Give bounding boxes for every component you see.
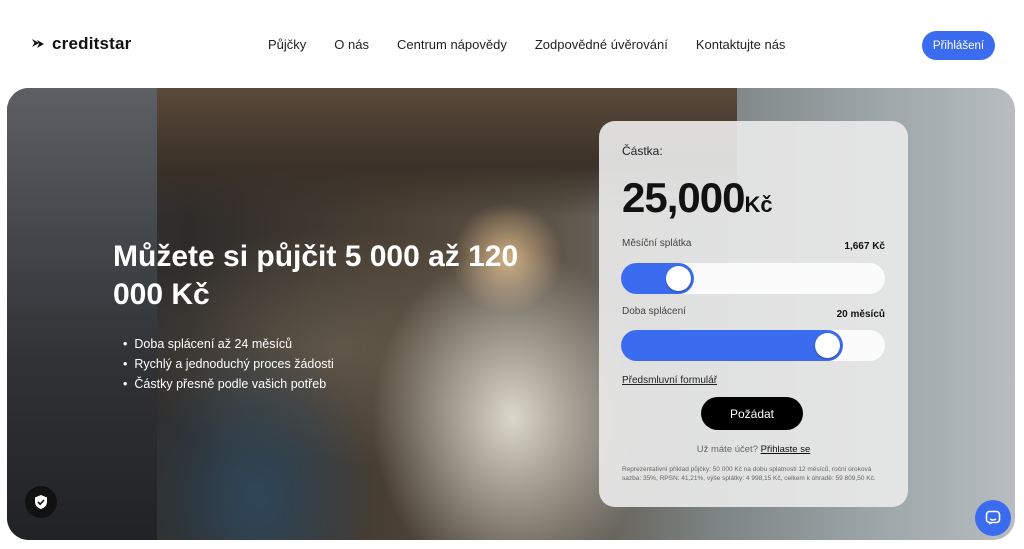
hero-bullet: Částky přesně podle vašich potřeb [123,374,334,394]
hero-title: Můžete si půjčit 5 000 až 120 000 Kč [113,240,519,311]
nav-item-contact[interactable]: Kontaktujte nás [696,37,786,52]
nav-item-help-center[interactable]: Centrum nápovědy [397,37,507,52]
shield-check-icon [35,495,47,509]
signin-link[interactable]: Přihlaste se [761,444,811,455]
hero-background-door [7,88,157,540]
monthly-payment-slider[interactable] [621,263,885,294]
hero-bullet: Rychlý a jednoduchý proces žádosti [123,354,333,374]
top-bar: creditstar Půjčky O nás Centrum nápovědy… [0,0,1024,88]
chat-icon [985,510,1001,525]
amount-label: Částka: [622,144,663,158]
term-slider-fill [621,330,844,361]
hero-bullet-list: Doba splácení až 24 měsíců Rychlý a jedn… [123,334,334,394]
security-badge[interactable] [25,486,57,518]
nav-item-o-nas[interactable]: O nás [334,37,369,52]
representative-example: Reprezentativní příklad půjčky: 50 000 K… [622,466,876,482]
amount-value: 25,000 [622,174,745,221]
brand-name: creditstar [52,34,132,53]
logo[interactable]: creditstar [30,34,131,54]
account-text: Už máte účet? [696,444,758,455]
term-label: Doba splácení [622,306,686,317]
creditstar-logo-icon [32,39,44,48]
login-button[interactable]: Přihlášení [922,31,995,60]
chat-button[interactable] [975,500,1011,536]
main-nav: Půjčky O nás Centrum nápovědy Zodpovědné… [268,37,785,52]
nav-item-responsible-lending[interactable]: Zodpovědné úvěrování [535,37,668,52]
amount-display: 25,000Kč [622,174,773,222]
amount-currency: Kč [744,192,773,217]
loan-calculator: Částka: 25,000Kč Měsíční splátka 1,667 K… [599,121,908,507]
monthly-payment-slider-handle[interactable] [665,266,691,291]
monthly-payment-label: Měsíční splátka [622,238,692,249]
hero-section: Můžete si půjčit 5 000 až 120 000 Kč Dob… [7,88,1015,540]
hero-bullet: Doba splácení až 24 měsíců [123,334,334,354]
pre-contract-form-link[interactable]: Předsmluvní formulář [622,375,717,386]
apply-button[interactable]: Požádat [701,397,803,430]
term-slider[interactable] [621,330,885,361]
monthly-payment-value: 1,667 Kč [844,241,885,252]
term-slider-handle[interactable] [815,333,841,358]
term-value: 20 měsíců [836,309,885,320]
account-prompt: Už máte účet? Přihlaste se [599,444,908,455]
nav-item-pujcky[interactable]: Půjčky [268,37,306,52]
